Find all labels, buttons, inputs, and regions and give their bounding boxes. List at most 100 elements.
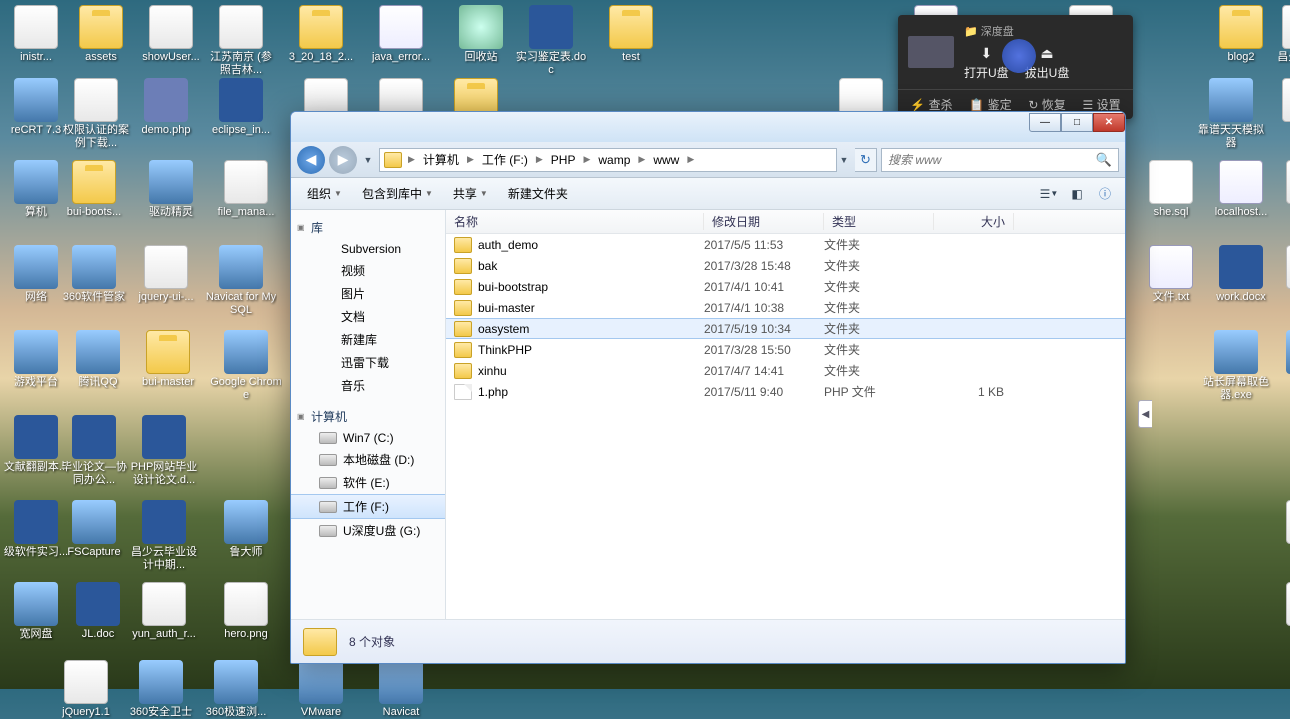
desktop-icon[interactable]: showUser...: [135, 5, 207, 64]
desktop-icon[interactable]: 江苏南京 (参照吉林...: [205, 5, 277, 77]
nav-item[interactable]: 迅雷下载: [291, 351, 445, 374]
nav-item[interactable]: 文档: [291, 305, 445, 328]
nav-group-header[interactable]: ▣计算机: [291, 405, 445, 428]
desktop-icon[interactable]: pro...: [1272, 245, 1290, 304]
desktop-icon[interactable]: test: [595, 5, 667, 64]
breadcrumb[interactable]: ▶ 计算机▶工作 (F:)▶PHP▶wamp▶www▶: [379, 148, 837, 172]
breadcrumb-segment[interactable]: www: [649, 151, 683, 169]
nav-item[interactable]: 图片: [291, 282, 445, 305]
desktop-icon[interactable]: 昌少云毕业设计中期...: [128, 500, 200, 572]
chevron-right-icon[interactable]: ▶: [581, 154, 592, 165]
chevron-right-icon[interactable]: ▶: [534, 154, 545, 165]
nav-item[interactable]: 视频: [291, 259, 445, 282]
file-row[interactable]: xinhu 2017/4/7 14:41 文件夹: [446, 360, 1125, 381]
help-button[interactable]: ⓘ: [1093, 183, 1117, 205]
nav-item[interactable]: 音乐: [291, 374, 445, 397]
desktop-icon[interactable]: 文件.txt: [1135, 245, 1207, 304]
nav-item[interactable]: U深度U盘 (G:): [291, 519, 445, 542]
desktop-icon[interactable]: 权限认证的案例下载...: [60, 78, 132, 150]
desktop-icon[interactable]: 3_20_18_2...: [285, 5, 357, 64]
desktop-icon[interactable]: hero.png: [210, 582, 282, 641]
desktop-icon[interactable]: assets: [65, 5, 137, 64]
desktop-icon[interactable]: localhost...: [1205, 160, 1277, 219]
desktop-icon[interactable]: demo.php: [130, 78, 202, 137]
back-button[interactable]: ◀: [297, 146, 325, 174]
search-icon[interactable]: 🔍: [1096, 152, 1112, 168]
chevron-right-icon[interactable]: ▶: [636, 154, 647, 165]
nav-item[interactable]: 工作 (F:): [291, 494, 445, 519]
file-row[interactable]: bak 2017/3/28 15:48 文件夹: [446, 255, 1125, 276]
desktop-icon[interactable]: Google Chrome: [210, 330, 282, 402]
organize-button[interactable]: 组织▼: [299, 181, 350, 206]
minimize-button[interactable]: —: [1029, 113, 1061, 132]
desktop-icon[interactable]: 毕业论文—协同办公...: [58, 415, 130, 487]
desktop-icon[interactable]: FSCapture: [58, 500, 130, 559]
breadcrumb-segment[interactable]: 计算机: [419, 149, 463, 170]
desktop-icon[interactable]: inistr...: [0, 5, 72, 64]
desktop-icon[interactable]: 橱: [1272, 160, 1290, 219]
search-box[interactable]: 🔍: [881, 148, 1119, 172]
desktop-icon[interactable]: Navicat: [365, 660, 437, 719]
new-folder-button[interactable]: 新建文件夹: [500, 181, 576, 206]
nav-item[interactable]: Subversion: [291, 239, 445, 259]
desktop-icon[interactable]: yun_auth_r...: [128, 582, 200, 641]
desktop-icon[interactable]: 靠谱天天模拟器: [1195, 78, 1267, 150]
desktop-icon[interactable]: file_mana...: [210, 160, 282, 219]
desktop-icon[interactable]: eclipse_in...: [205, 78, 277, 137]
file-row[interactable]: bui-master 2017/4/1 10:38 文件夹: [446, 297, 1125, 318]
desktop-icon[interactable]: 回收站: [445, 5, 517, 64]
file-list[interactable]: auth_demo 2017/5/5 11:53 文件夹 bak 2017/3/…: [446, 234, 1125, 619]
search-input[interactable]: [888, 153, 1090, 167]
nav-item[interactable]: 新建库: [291, 328, 445, 351]
desktop-icon[interactable]: 昌: [1272, 582, 1290, 641]
nav-item[interactable]: 本地磁盘 (D:): [291, 448, 445, 471]
col-name[interactable]: 名称: [446, 213, 704, 230]
history-dropdown[interactable]: ▼: [361, 150, 375, 170]
chevron-right-icon[interactable]: ▶: [685, 154, 696, 165]
desktop-icon[interactable]: 360极速浏...: [200, 660, 272, 719]
breadcrumb-segment[interactable]: 工作 (F:): [478, 149, 532, 170]
desktop-icon[interactable]: 腾讯QQ: [62, 330, 134, 389]
desktop-icon[interactable]: 实习鉴定表.doc: [515, 5, 587, 77]
nav-splitter[interactable]: [441, 210, 445, 619]
desktop-icon[interactable]: blog2: [1205, 5, 1277, 64]
forward-button[interactable]: ▶: [329, 146, 357, 174]
path-dropdown[interactable]: ▼: [837, 150, 851, 170]
desktop-icon[interactable]: 向: [1272, 500, 1290, 559]
desktop-icon[interactable]: jquery-ui-...: [130, 245, 202, 304]
breadcrumb-segment[interactable]: PHP: [547, 151, 580, 169]
close-button[interactable]: ✕: [1093, 113, 1125, 132]
file-row[interactable]: oasystem 2017/5/19 10:34 文件夹: [446, 318, 1125, 339]
file-row[interactable]: 1.php 2017/5/11 9:40 PHP 文件 1 KB: [446, 381, 1125, 402]
file-row[interactable]: auth_demo 2017/5/5 11:53 文件夹: [446, 234, 1125, 255]
desktop-icon[interactable]: 360软件管家: [58, 245, 130, 304]
preview-pane-button[interactable]: ◧: [1065, 183, 1089, 205]
nav-pane[interactable]: ▣库Subversion视频图片文档新建库迅雷下载音乐▣计算机Win7 (C:)…: [291, 210, 446, 619]
desktop-icon[interactable]: java_error...: [365, 5, 437, 64]
desktop-icon[interactable]: she.sql: [1135, 160, 1207, 219]
col-date[interactable]: 修改日期: [704, 213, 824, 230]
chevron-right-icon[interactable]: ▶: [465, 154, 476, 165]
col-size[interactable]: 大小: [934, 213, 1014, 230]
view-button[interactable]: ☰ ▼: [1037, 183, 1061, 205]
nav-item[interactable]: Win7 (C:): [291, 428, 445, 448]
desktop-icon[interactable]: VMware: [285, 660, 357, 719]
include-library-button[interactable]: 包含到库中▼: [354, 181, 441, 206]
desktop-icon[interactable]: PHP网站毕业设计论文.d...: [128, 415, 200, 487]
desktop-icon[interactable]: 鲁大师: [210, 500, 282, 559]
file-row[interactable]: ThinkPHP 2017/3/28 15:50 文件夹: [446, 339, 1125, 360]
desktop-icon[interactable]: work.docx: [1205, 245, 1277, 304]
breadcrumb-segment[interactable]: wamp: [594, 151, 634, 169]
share-button[interactable]: 共享▼: [445, 181, 496, 206]
chevron-right-icon[interactable]: ▶: [406, 154, 417, 165]
side-tab[interactable]: ◀: [1138, 400, 1152, 428]
desktop-icon[interactable]: bui-boots...: [58, 160, 130, 219]
col-type[interactable]: 类型: [824, 213, 934, 230]
desktop-icon[interactable]: 站长屏幕取色器.exe: [1200, 330, 1272, 402]
file-row[interactable]: bui-bootstrap 2017/4/1 10:41 文件夹: [446, 276, 1125, 297]
desktop-icon[interactable]: P Dev: [1272, 330, 1290, 389]
titlebar[interactable]: — □ ✕: [291, 112, 1125, 142]
nav-item[interactable]: 软件 (E:): [291, 471, 445, 494]
refresh-button[interactable]: ↻: [855, 148, 877, 172]
desktop-icon[interactable]: Navicat for MySQL: [205, 245, 277, 317]
